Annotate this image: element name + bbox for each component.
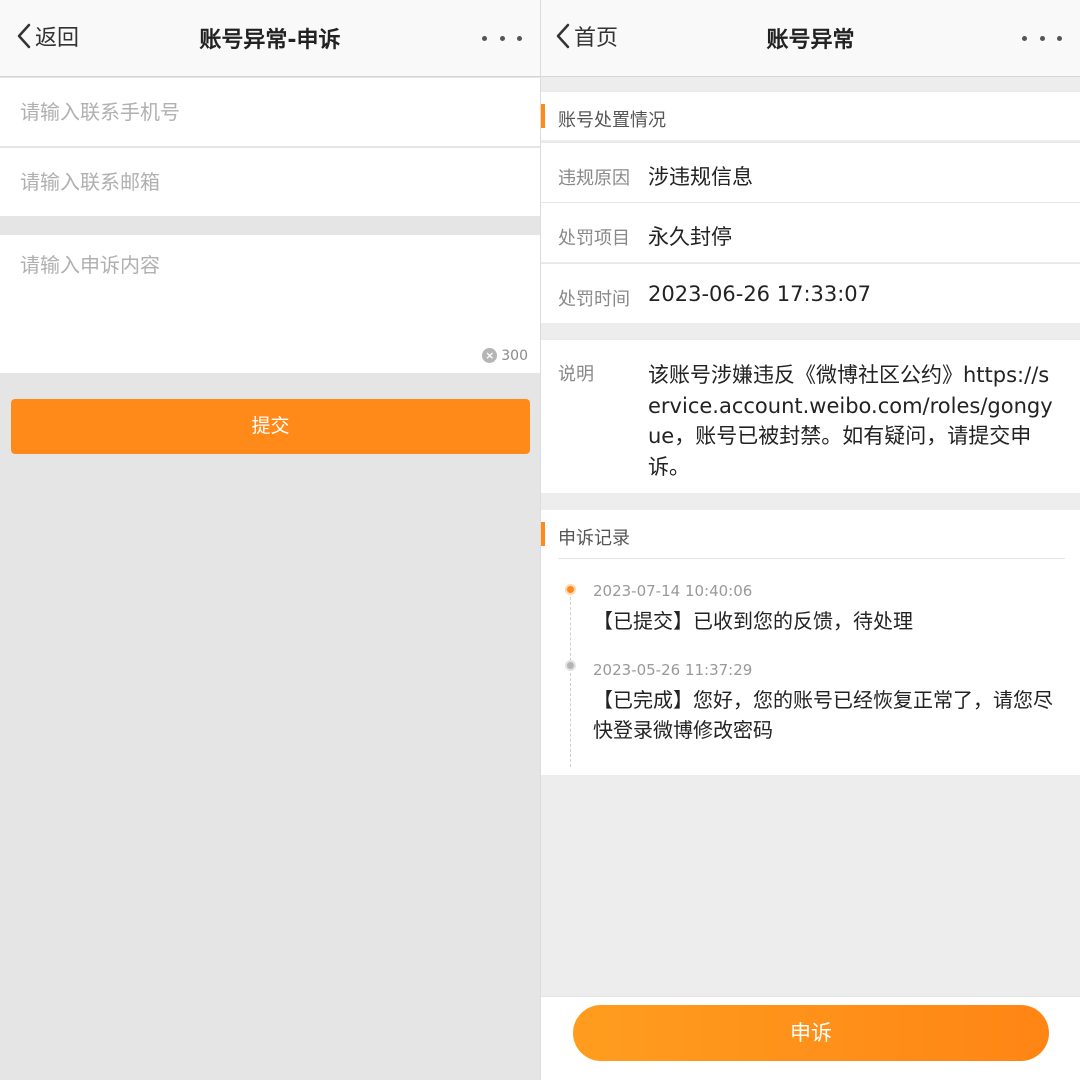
back-home-button[interactable]: 首页 [555, 20, 618, 52]
chevron-left-icon [17, 23, 31, 49]
content-placeholder: 请输入申诉内容 [20, 253, 160, 277]
row-value: 涉违规信息 [648, 165, 753, 189]
page-title: 账号异常-申诉 [199, 28, 341, 53]
back-label: 首页 [574, 26, 619, 51]
appeal-records: 申诉记录 2023-07-14 10:40:06 【已提交】已收到您的反馈，待处… [541, 510, 1080, 775]
timeline-dot-active [565, 584, 576, 595]
record-time: 2023-07-14 10:40:06 [593, 582, 753, 600]
status-row-penalty: 处罚项目 永久封停 [541, 202, 1080, 262]
email-input[interactable]: 请输入联系邮箱 [0, 148, 540, 216]
appeal-form-screen: 返回 账号异常-申诉 请输入联系手机号 请输入联系邮箱 请输入申诉内容 × 30… [0, 0, 540, 1080]
records-section-header: 申诉记录 [541, 510, 1080, 558]
appeal-button[interactable]: 申诉 [573, 1005, 1049, 1061]
note-key: 说明 [558, 364, 594, 385]
timeline-line [570, 592, 571, 767]
row-value: 永久封停 [648, 225, 732, 249]
char-limit: 300 [501, 347, 528, 364]
section-title: 申诉记录 [558, 528, 630, 549]
account-abnormal-screen: 首页 账号异常 账号处置情况 违规原因 涉违规信息 处罚项目 永久封停 处罚时间… [541, 0, 1080, 1080]
submit-button[interactable]: 提交 [11, 399, 530, 454]
phone-input[interactable]: 请输入联系手机号 [0, 78, 540, 146]
more-icon[interactable] [1022, 28, 1062, 48]
row-key: 违规原因 [558, 168, 630, 189]
status-row-reason: 违规原因 涉违规信息 [541, 142, 1080, 202]
record-time: 2023-05-26 11:37:29 [593, 661, 753, 679]
more-icon[interactable] [482, 28, 522, 48]
row-key: 处罚项目 [558, 228, 630, 249]
timeline-dot-done [565, 660, 576, 671]
nav-bar: 返回 账号异常-申诉 [0, 0, 540, 77]
status-section-header: 账号处置情况 [541, 92, 1080, 140]
back-button[interactable]: 返回 [16, 20, 79, 52]
section-title: 账号处置情况 [558, 110, 666, 131]
char-counter: × 300 [482, 348, 528, 363]
status-row-time: 处罚时间 2023-06-26 17:33:07 [541, 263, 1080, 323]
note-text: 该账号涉嫌违反《微博社区公约》https://service.account.w… [648, 363, 1053, 479]
note-card: 说明 该账号涉嫌违反《微博社区公约》https://service.accoun… [541, 340, 1080, 493]
row-value: 2023-06-26 17:33:07 [648, 282, 872, 306]
accent-bar [541, 522, 545, 546]
clear-icon[interactable]: × [482, 348, 498, 363]
page-title: 账号异常 [766, 28, 855, 53]
row-key: 处罚时间 [558, 289, 630, 310]
divider [558, 558, 1065, 559]
bottom-bar: 申诉 [541, 996, 1080, 1080]
chevron-left-icon [556, 23, 570, 49]
accent-bar [541, 104, 545, 128]
record-text: 【已提交】已收到您的反馈，待处理 [593, 609, 913, 633]
back-label: 返回 [35, 26, 80, 51]
record-text: 【已完成】您好，您的账号已经恢复正常了，请您尽快登录微博修改密码 [593, 688, 1053, 742]
nav-bar: 首页 账号异常 [541, 0, 1080, 77]
appeal-content-textarea[interactable]: 请输入申诉内容 × 300 [0, 235, 540, 373]
